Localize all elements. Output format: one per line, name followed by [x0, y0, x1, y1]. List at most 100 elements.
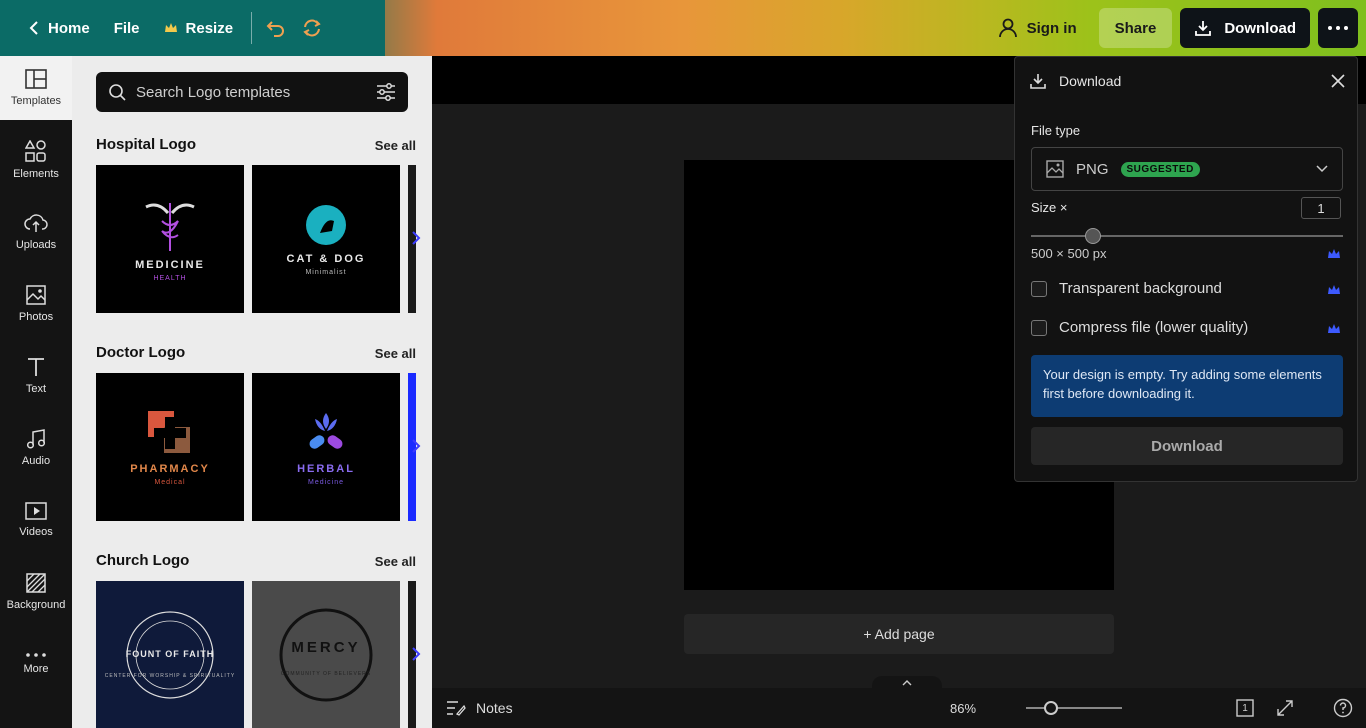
home-label: Home [48, 19, 90, 37]
elements-icon [25, 140, 46, 162]
rail-item-more[interactable]: More [0, 632, 72, 696]
download-icon [1195, 21, 1212, 36]
rail-item-videos[interactable]: Videos [0, 488, 72, 552]
sign-in-button[interactable]: Sign in [985, 8, 1091, 48]
templates-panel: Search Logo templates Hospital Logo See … [72, 56, 432, 728]
image-icon [1046, 160, 1064, 178]
size-multiplier-input[interactable]: 1 [1301, 197, 1341, 219]
rail-label: Uploads [15, 239, 57, 251]
file-type-select[interactable]: PNG SUGGESTED [1031, 147, 1343, 191]
help-button[interactable] [1332, 697, 1354, 719]
transparent-background-option[interactable]: Transparent background [1031, 280, 1222, 297]
sync-button[interactable] [294, 10, 330, 46]
zoom-slider-thumb[interactable] [1044, 701, 1058, 715]
download-icon [1030, 74, 1046, 89]
tile-title: HERBAL [297, 462, 355, 475]
rail-item-background[interactable]: Background [0, 560, 72, 624]
top-bar-left: Home File Resize [0, 0, 385, 56]
scroll-right-button[interactable] [406, 640, 426, 668]
chevron-right-icon [412, 439, 421, 453]
fullscreen-button[interactable] [1274, 697, 1296, 719]
rail-label: Photos [18, 311, 54, 323]
file-type-value: PNG [1076, 160, 1109, 178]
template-tile[interactable]: FOUNT OF FAITH CENTER FOR WORSHIP & SPIR… [96, 581, 244, 728]
tile-title: PHARMACY [130, 462, 210, 475]
template-tile[interactable]: HERBAL Medicine [252, 373, 400, 521]
size-label: Size × [1031, 200, 1068, 215]
undo-button[interactable] [258, 10, 294, 46]
tile-title: CAT & DOG [286, 252, 366, 265]
empty-design-notice: Your design is empty. Try adding some el… [1031, 355, 1343, 417]
template-tile[interactable]: MERCY COMMUNITY OF BELIEVERS [252, 581, 400, 728]
close-icon[interactable] [1331, 74, 1345, 88]
size-slider-track[interactable] [1031, 235, 1343, 237]
cat-dog-logo-icon [306, 204, 346, 245]
scroll-right-button[interactable] [406, 432, 426, 460]
zoom-level[interactable]: 86% [950, 701, 976, 716]
see-all-link[interactable]: See all [375, 138, 416, 153]
template-tile[interactable]: PHARMACY Medical [96, 373, 244, 521]
search-input[interactable]: Search Logo templates [96, 72, 408, 112]
rail-label: More [23, 663, 49, 675]
rail-item-uploads[interactable]: Uploads [0, 200, 72, 264]
cloud-sync-icon [303, 19, 321, 37]
template-tile[interactable]: CAT & DOG Minimalist [252, 165, 400, 313]
rail-label: Elements [13, 168, 59, 180]
more-horizontal-icon [26, 653, 46, 657]
rail-item-photos[interactable]: Photos [0, 272, 72, 336]
tile-subtitle: COMMUNITY OF BELIEVERS [280, 671, 372, 677]
see-all-link[interactable]: See all [375, 554, 416, 569]
chevron-right-icon [412, 647, 421, 661]
size-slider-thumb[interactable] [1085, 228, 1102, 244]
background-pattern-icon [26, 573, 46, 593]
file-menu-button[interactable]: File [102, 8, 152, 48]
compress-file-checkbox[interactable] [1031, 319, 1047, 336]
tile-subtitle: Minimalist [305, 268, 347, 276]
rail-item-audio[interactable]: Audio [0, 416, 72, 480]
video-icon [25, 502, 47, 520]
download-button[interactable]: Download [1180, 8, 1310, 48]
user-icon [998, 18, 1017, 38]
resize-label: Resize [185, 19, 234, 37]
download-panel-header: Download [1015, 57, 1359, 105]
left-rail: Templates Elements Uploads Photos Text A… [0, 56, 72, 728]
filter-sliders-icon[interactable] [376, 83, 396, 101]
page-count-button[interactable]: 1 [1234, 697, 1256, 719]
rail-item-elements[interactable]: Elements [0, 128, 72, 192]
zoom-slider-track[interactable] [1026, 707, 1122, 709]
tile-subtitle: Medicine [307, 478, 344, 486]
share-button[interactable]: Share [1098, 8, 1173, 48]
pages-drawer-toggle[interactable] [872, 676, 942, 690]
music-note-icon [27, 429, 45, 449]
option-label: Compress file (lower quality) [1059, 319, 1249, 336]
tile-title: FOUNT OF FAITH [125, 649, 215, 659]
bottom-bar: Notes 86% 1 [432, 676, 1366, 728]
cloud-upload-icon [24, 214, 48, 232]
share-label: Share [1114, 19, 1157, 37]
chevron-down-icon [1316, 165, 1328, 173]
option-label: Transparent background [1059, 280, 1222, 297]
home-button[interactable]: Home [16, 8, 102, 48]
notes-button[interactable]: Notes [446, 700, 513, 716]
more-options-button[interactable] [1318, 8, 1358, 48]
download-confirm-button[interactable]: Download [1031, 427, 1343, 465]
see-all-link[interactable]: See all [375, 346, 416, 361]
top-bar: Home File Resize Sign in Share Download [0, 0, 1366, 56]
rail-label: Videos [19, 526, 53, 538]
add-page-button[interactable]: + Add page [684, 614, 1114, 654]
tile-title: MERCY [291, 639, 361, 656]
tile-subtitle: CENTER FOR WORSHIP & SPIRITUALITY [104, 673, 236, 679]
notes-label: Notes [476, 700, 513, 716]
template-tile[interactable]: MEDICINE HEALTH [96, 165, 244, 313]
section-title: Church Logo [96, 552, 190, 569]
compress-file-option[interactable]: Compress file (lower quality) [1031, 319, 1248, 336]
file-type-label: File type [1031, 123, 1081, 138]
rail-item-text[interactable]: Text [0, 344, 72, 408]
chevron-left-icon [29, 21, 38, 35]
scroll-right-button[interactable] [406, 224, 426, 252]
caduceus-logo-icon [145, 202, 195, 251]
rail-item-templates[interactable]: Templates [0, 56, 72, 120]
resize-button[interactable]: Resize [152, 8, 246, 48]
transparent-background-checkbox[interactable] [1031, 280, 1047, 297]
expand-icon [1277, 700, 1293, 716]
